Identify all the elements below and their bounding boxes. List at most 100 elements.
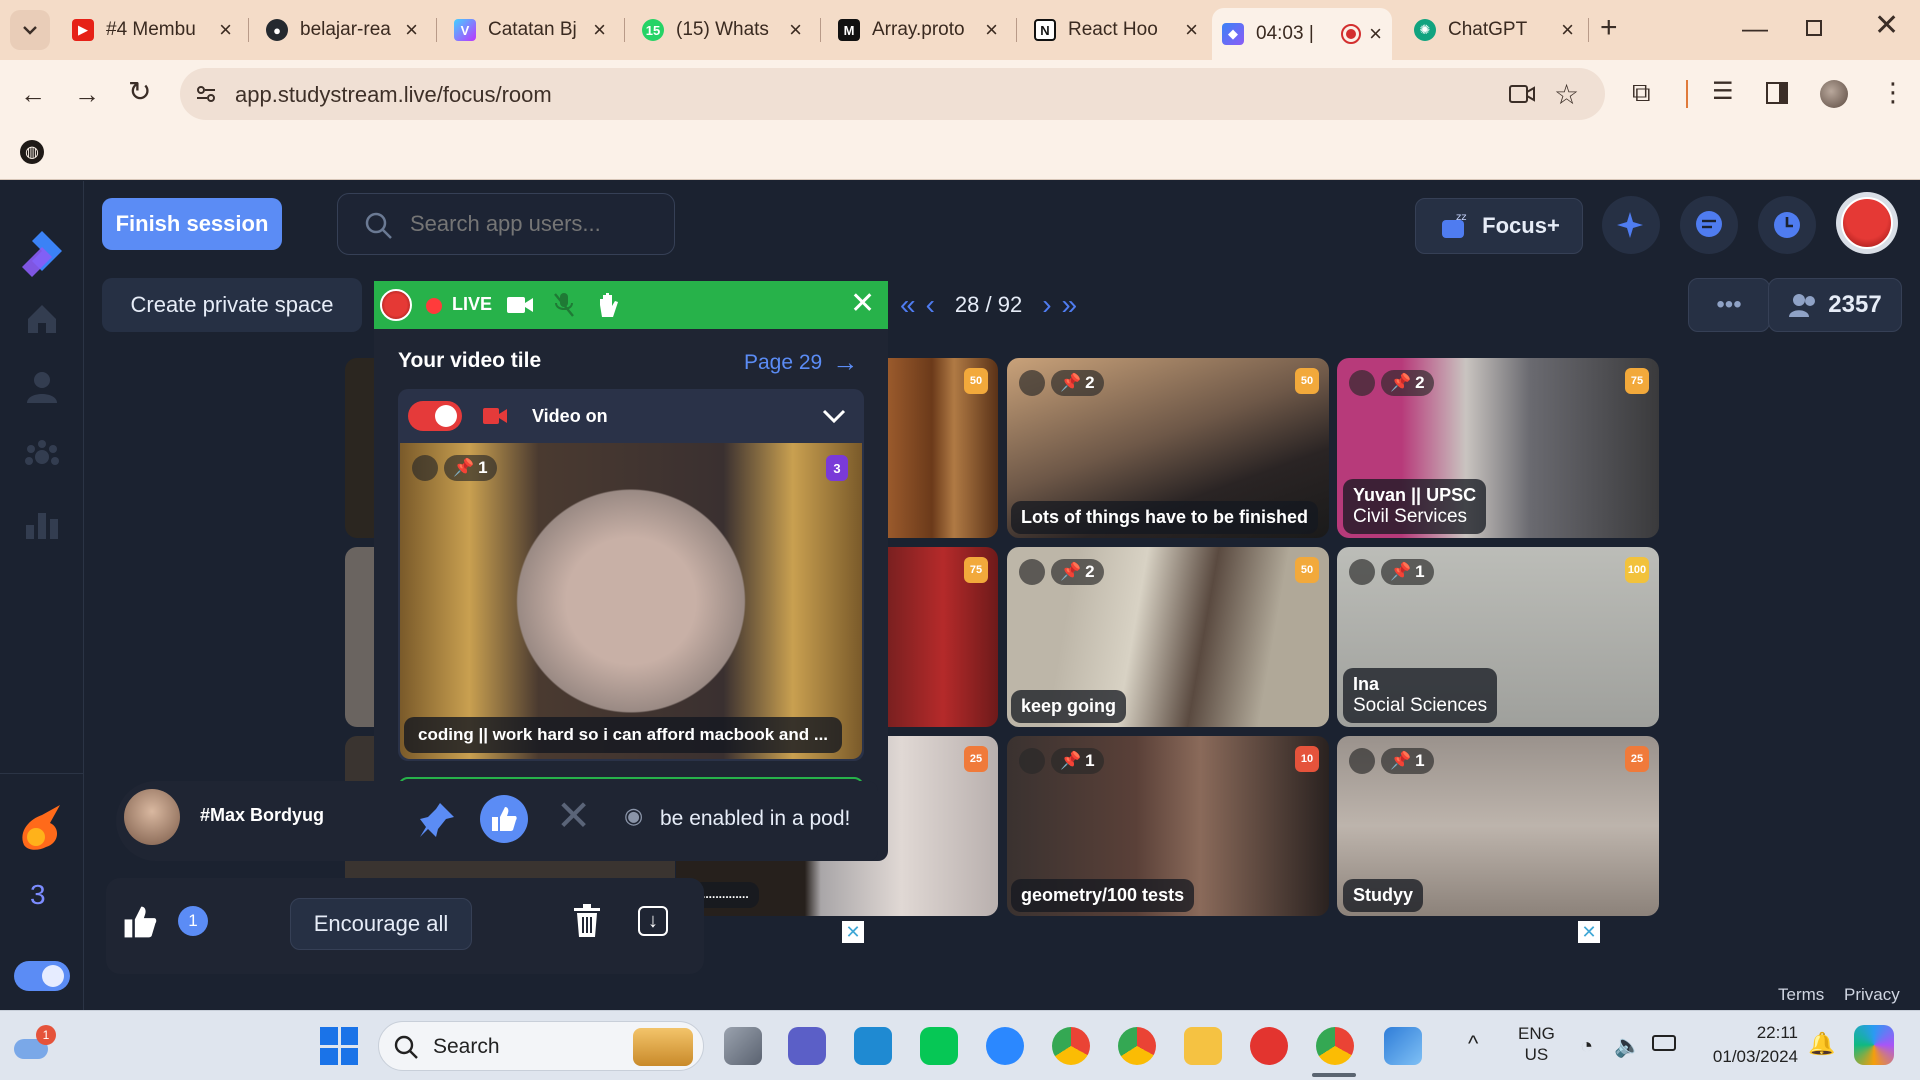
video-toggle[interactable]: [408, 401, 462, 431]
close-panel-icon[interactable]: ✕: [850, 289, 875, 319]
video-tile[interactable]: 📌 2 50 Lots of things have to be finished: [1007, 358, 1329, 538]
clock[interactable]: 22:11 01/03/2024: [1700, 1021, 1798, 1069]
profile-avatar[interactable]: [1820, 80, 1848, 108]
language-indicator[interactable]: ENG US: [1518, 1023, 1555, 1065]
prev-page-icon[interactable]: ‹: [926, 289, 935, 321]
user-avatar[interactable]: [1836, 192, 1898, 254]
teams-icon[interactable]: [788, 1027, 826, 1065]
pin-count[interactable]: 📌 1: [1381, 559, 1434, 585]
forward-icon[interactable]: →: [74, 81, 100, 107]
trash-icon[interactable]: [572, 904, 602, 938]
volume-icon[interactable]: 🔈: [1614, 1033, 1641, 1059]
ai-sparkle-button[interactable]: [1602, 196, 1660, 254]
new-tab-icon[interactable]: +: [1600, 13, 1618, 43]
focus-plus-button[interactable]: zz Focus+: [1415, 198, 1583, 254]
studystream-logo[interactable]: [18, 229, 66, 289]
taskbar-search[interactable]: Search: [378, 1021, 704, 1071]
video-tile[interactable]: 📌 1 10 geometry/100 tests: [1007, 736, 1329, 916]
vscode-icon[interactable]: [854, 1027, 892, 1065]
raise-hand-icon[interactable]: [1019, 370, 1045, 396]
task-view-icon[interactable]: [724, 1027, 762, 1065]
ad-close-icon[interactable]: ✕: [1578, 921, 1600, 943]
tab-chatgpt[interactable]: ✺ ChatGPT ×: [1404, 8, 1584, 52]
tab-whatsapp[interactable]: 15 (15) Whats ×: [632, 8, 812, 52]
chrome-icon[interactable]: [1118, 1027, 1156, 1065]
close-icon[interactable]: ×: [1561, 17, 1574, 43]
site-info-icon[interactable]: [194, 82, 218, 106]
raise-hand-icon[interactable]: [1349, 559, 1375, 585]
copilot-icon[interactable]: [1854, 1025, 1894, 1065]
raise-hand-icon[interactable]: [596, 291, 620, 324]
online-users-button[interactable]: 2357: [1768, 278, 1902, 332]
close-icon[interactable]: ×: [405, 17, 418, 43]
pin-count[interactable]: 📌 2: [1051, 370, 1104, 396]
ad-close-icon[interactable]: ✕: [842, 921, 864, 943]
theme-toggle[interactable]: [14, 961, 70, 991]
encourage-all-button[interactable]: Encourage all: [290, 898, 472, 950]
wifi-icon[interactable]: ◔: [1580, 1033, 1593, 1059]
video-tile-bookshelf[interactable]: 50: [888, 358, 998, 538]
close-icon[interactable]: ×: [1369, 21, 1382, 47]
finish-session-button[interactable]: Finish session: [102, 198, 282, 250]
history-button[interactable]: [1758, 196, 1816, 254]
raise-hand-icon[interactable]: [412, 455, 438, 481]
chrome-active-icon[interactable]: [1316, 1027, 1354, 1065]
page-link[interactable]: Page 29 →: [744, 347, 858, 378]
terms-link[interactable]: Terms: [1778, 985, 1824, 1005]
raise-hand-icon[interactable]: [1349, 370, 1375, 396]
home-icon[interactable]: [22, 299, 62, 339]
raise-hand-icon[interactable]: [1349, 748, 1375, 774]
stats-icon[interactable]: [22, 503, 62, 543]
start-button[interactable]: [320, 1027, 358, 1065]
wps-office-icon[interactable]: [1250, 1027, 1288, 1065]
video-tile[interactable]: 📌 1 25 Studyy: [1337, 736, 1659, 916]
pin-count[interactable]: 📌 2: [1051, 559, 1104, 585]
video-tile-curtain[interactable]: 75: [888, 547, 998, 727]
bookmark-star-icon[interactable]: ☆: [1554, 78, 1579, 111]
weather-widget[interactable]: 1: [14, 1025, 56, 1061]
pin-count[interactable]: 📌 1: [1381, 748, 1434, 774]
photos-icon[interactable]: [1384, 1027, 1422, 1065]
close-icon[interactable]: ×: [985, 17, 998, 43]
raise-hand-icon[interactable]: [1019, 748, 1045, 774]
video-tile[interactable]: 📌 1 100 Ina Social Sciences: [1337, 547, 1659, 727]
tray-overflow-icon[interactable]: ^: [1468, 1031, 1478, 1057]
chrome-profile-icon[interactable]: [1052, 1027, 1090, 1065]
camera-icon[interactable]: [506, 293, 534, 322]
pin-count[interactable]: 📌 2: [1381, 370, 1434, 396]
extensions-icon[interactable]: ⧉: [1632, 79, 1651, 105]
tab-github[interactable]: ● belajar-rea ×: [256, 8, 428, 52]
globe-icon[interactable]: ◍: [20, 140, 44, 164]
close-icon[interactable]: ×: [1185, 17, 1198, 43]
pin-user-icon[interactable]: [418, 799, 458, 844]
media-controls-icon[interactable]: ☰: [1712, 80, 1734, 104]
video-tile[interactable]: 📌 2 75 Yuvan || UPSC Civil Services: [1337, 358, 1659, 538]
tab-mdn[interactable]: M Array.proto ×: [828, 8, 1008, 52]
pin-count[interactable]: 📌 1: [1051, 748, 1104, 774]
download-icon[interactable]: ↓: [638, 906, 668, 936]
tab-notion[interactable]: N React Hoo ×: [1024, 8, 1208, 52]
close-icon[interactable]: ×: [789, 17, 802, 43]
search-input[interactable]: [410, 208, 660, 240]
tab-youtube[interactable]: ▶ #4 Membu ×: [62, 8, 242, 52]
chevron-down-icon[interactable]: [822, 409, 846, 423]
more-options-button[interactable]: •••: [1688, 278, 1770, 332]
line-icon[interactable]: [920, 1027, 958, 1065]
minimize-icon[interactable]: —: [1742, 15, 1768, 41]
tab-studystream[interactable]: ◆ 04:03 | ×: [1212, 8, 1392, 60]
next-page-icon[interactable]: ›: [1042, 289, 1051, 321]
mic-muted-icon[interactable]: [552, 291, 576, 324]
close-window-icon[interactable]: ✕: [1874, 11, 1899, 41]
address-bar[interactable]: app.studystream.live/focus/room ☆: [180, 68, 1605, 120]
community-icon[interactable]: [22, 435, 62, 475]
raise-hand-icon[interactable]: [1019, 559, 1045, 585]
side-panel-icon[interactable]: [1766, 82, 1788, 104]
close-icon[interactable]: ×: [219, 17, 232, 43]
like-button[interactable]: [480, 795, 528, 843]
encourage-user-avatar[interactable]: [124, 789, 180, 845]
chat-button[interactable]: [1680, 196, 1738, 254]
tab-catatan[interactable]: V Catatan Bj ×: [444, 8, 616, 52]
video-tile[interactable]: 📌 2 50 keep going: [1007, 547, 1329, 727]
dismiss-icon[interactable]: ✕: [556, 795, 591, 837]
battery-icon[interactable]: [1652, 1035, 1676, 1051]
